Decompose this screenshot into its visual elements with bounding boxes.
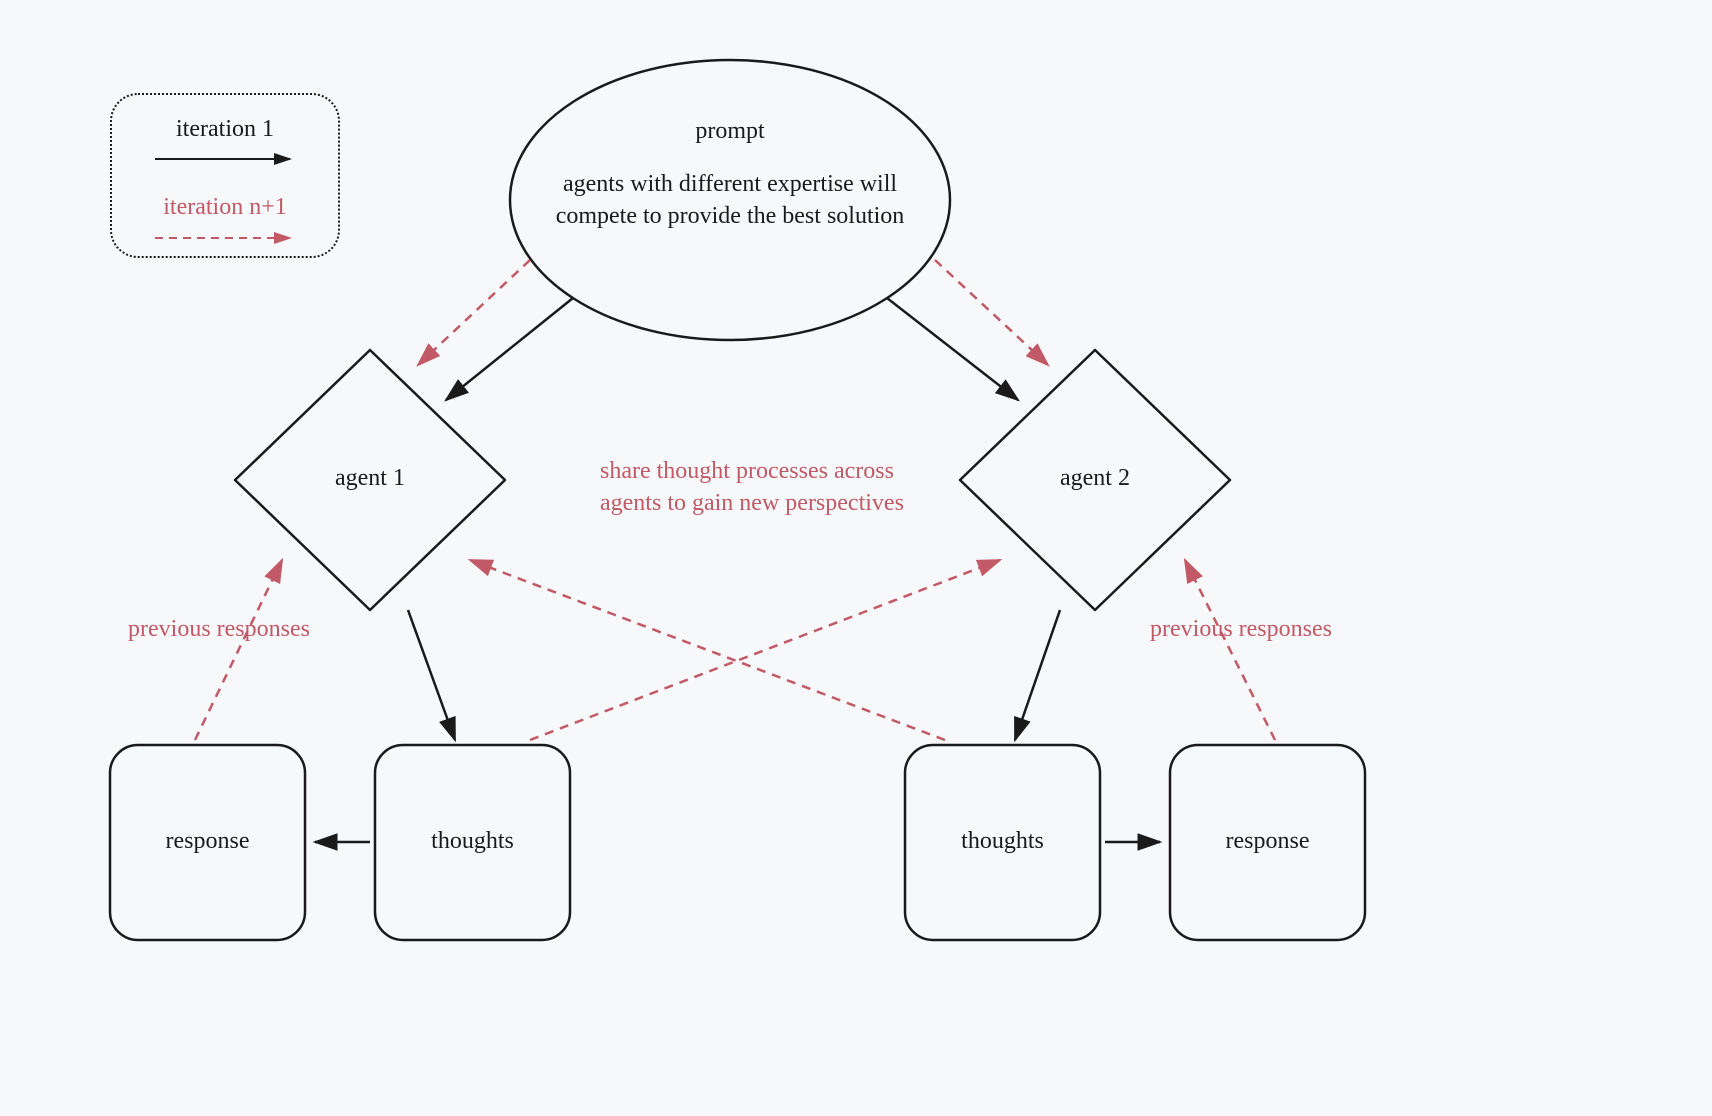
- arrow-response2-agent2: [1185, 560, 1275, 740]
- response2-label: response: [1170, 825, 1365, 857]
- thoughts2-label: thoughts: [905, 825, 1100, 857]
- arrow-agent2-thoughts2: [1015, 610, 1060, 740]
- arrow-solid-icon: [150, 149, 300, 169]
- arrow-response1-agent1: [195, 560, 282, 740]
- legend-label-iteration-n1: iteration n+1: [163, 191, 287, 223]
- previous-responses-left-label: previous responses: [128, 613, 358, 645]
- share-thoughts-label: share thought processes across agents to…: [600, 455, 930, 520]
- legend-row-iteration-1: iteration 1: [122, 113, 328, 169]
- previous-responses-right-label: previous responses: [1150, 613, 1380, 645]
- arrow-prompt-agent2: [887, 298, 1018, 400]
- arrow-agent1-prompt: [418, 260, 530, 365]
- arrow-thoughts2-agent1: [470, 560, 945, 740]
- prompt-title: prompt: [560, 115, 900, 147]
- response1-label: response: [110, 825, 305, 857]
- arrow-prompt-agent1: [446, 298, 573, 400]
- prompt-body: agents with different expertise will com…: [555, 168, 905, 233]
- arrow-thoughts1-agent2: [530, 560, 1000, 740]
- legend-row-iteration-n1: iteration n+1: [122, 191, 328, 247]
- arrow-agent1-thoughts1: [408, 610, 455, 740]
- legend-box: iteration 1 iteration n+1: [110, 93, 340, 258]
- thoughts1-label: thoughts: [375, 825, 570, 857]
- arrow-dashed-icon: [150, 228, 300, 248]
- agent2-label: agent 2: [1035, 462, 1155, 494]
- agent1-label: agent 1: [310, 462, 430, 494]
- legend-label-iteration-1: iteration 1: [176, 113, 274, 145]
- arrow-agent2-prompt: [935, 260, 1048, 365]
